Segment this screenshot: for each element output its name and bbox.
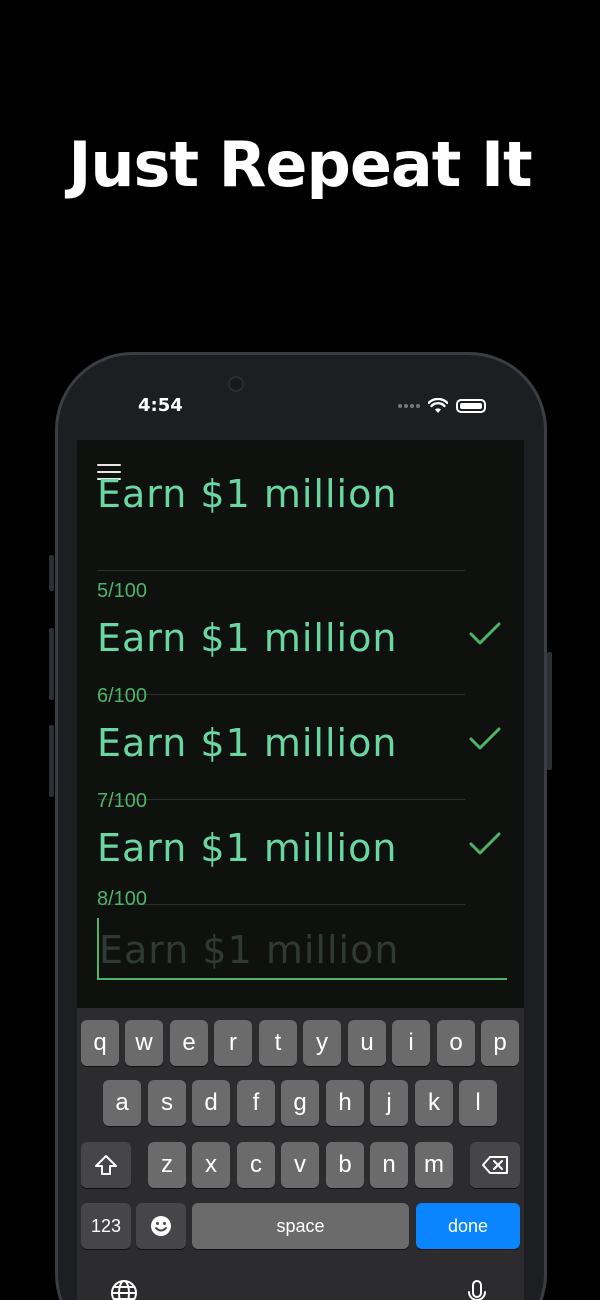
key-l[interactable]: l: [459, 1080, 497, 1126]
key-h[interactable]: h: [326, 1080, 364, 1126]
entry-count: 7/100: [97, 790, 148, 812]
key-y[interactable]: y: [303, 1020, 341, 1066]
key-s[interactable]: s: [148, 1080, 186, 1126]
key-v[interactable]: v: [281, 1142, 319, 1188]
input-count: 8/100: [97, 888, 148, 910]
key-j[interactable]: j: [370, 1080, 408, 1126]
divider: [97, 694, 465, 695]
key-a[interactable]: a: [103, 1080, 141, 1126]
partial-goal-text: Earn $1 million: [97, 472, 398, 516]
goal-input[interactable]: Earn $1 million: [97, 918, 507, 980]
done-key[interactable]: done: [416, 1203, 520, 1249]
phone-volume-up: [49, 628, 54, 700]
key-b[interactable]: b: [326, 1142, 364, 1188]
entry-goal: Earn $1 million: [97, 616, 398, 660]
entry-count: 5/100: [97, 580, 148, 602]
key-i[interactable]: i: [392, 1020, 430, 1066]
delete-key[interactable]: [470, 1142, 520, 1188]
key-u[interactable]: u: [348, 1020, 386, 1066]
divider: [97, 570, 465, 571]
backspace-icon: [482, 1156, 508, 1174]
key-x[interactable]: x: [192, 1142, 230, 1188]
phone-volume-down: [49, 725, 54, 797]
signal-icon: [398, 404, 420, 408]
shift-icon: [95, 1155, 117, 1175]
check-icon: [469, 727, 501, 750]
key-e[interactable]: e: [170, 1020, 208, 1066]
battery-icon: [456, 399, 486, 413]
key-p[interactable]: p: [481, 1020, 519, 1066]
emoji-icon: [151, 1216, 171, 1236]
front-camera: [228, 376, 244, 392]
divider: [97, 799, 465, 800]
divider: [97, 904, 465, 905]
check-icon: [469, 832, 501, 855]
entry-goal: Earn $1 million: [97, 721, 398, 765]
status-icons: [398, 398, 486, 414]
key-w[interactable]: w: [125, 1020, 163, 1066]
globe-icon[interactable]: [109, 1278, 139, 1300]
entry-count: 6/100: [97, 685, 148, 707]
entry-goal: Earn $1 million: [97, 826, 398, 870]
check-icon: [469, 622, 501, 645]
key-m[interactable]: m: [415, 1142, 453, 1188]
phone-side-button: [49, 555, 54, 591]
shift-key[interactable]: [81, 1142, 131, 1188]
key-c[interactable]: c: [237, 1142, 275, 1188]
key-f[interactable]: f: [237, 1080, 275, 1126]
key-r[interactable]: r: [214, 1020, 252, 1066]
input-placeholder: Earn $1 million: [99, 928, 400, 972]
emoji-key[interactable]: [136, 1203, 186, 1249]
keyboard: q w e r t y u i o p a s d f g h j k l z …: [77, 1008, 524, 1300]
key-q[interactable]: q: [81, 1020, 119, 1066]
key-n[interactable]: n: [370, 1142, 408, 1188]
wifi-icon: [428, 398, 448, 413]
phone-power-button: [547, 652, 552, 770]
key-t[interactable]: t: [259, 1020, 297, 1066]
key-z[interactable]: z: [148, 1142, 186, 1188]
headline: Just Repeat It: [68, 128, 532, 201]
key-k[interactable]: k: [415, 1080, 453, 1126]
key-d[interactable]: d: [192, 1080, 230, 1126]
key-o[interactable]: o: [437, 1020, 475, 1066]
numbers-key[interactable]: 123: [81, 1203, 131, 1249]
space-key[interactable]: space: [192, 1203, 409, 1249]
status-time: 4:54: [138, 395, 183, 416]
microphone-icon[interactable]: [462, 1278, 492, 1300]
key-g[interactable]: g: [281, 1080, 319, 1126]
